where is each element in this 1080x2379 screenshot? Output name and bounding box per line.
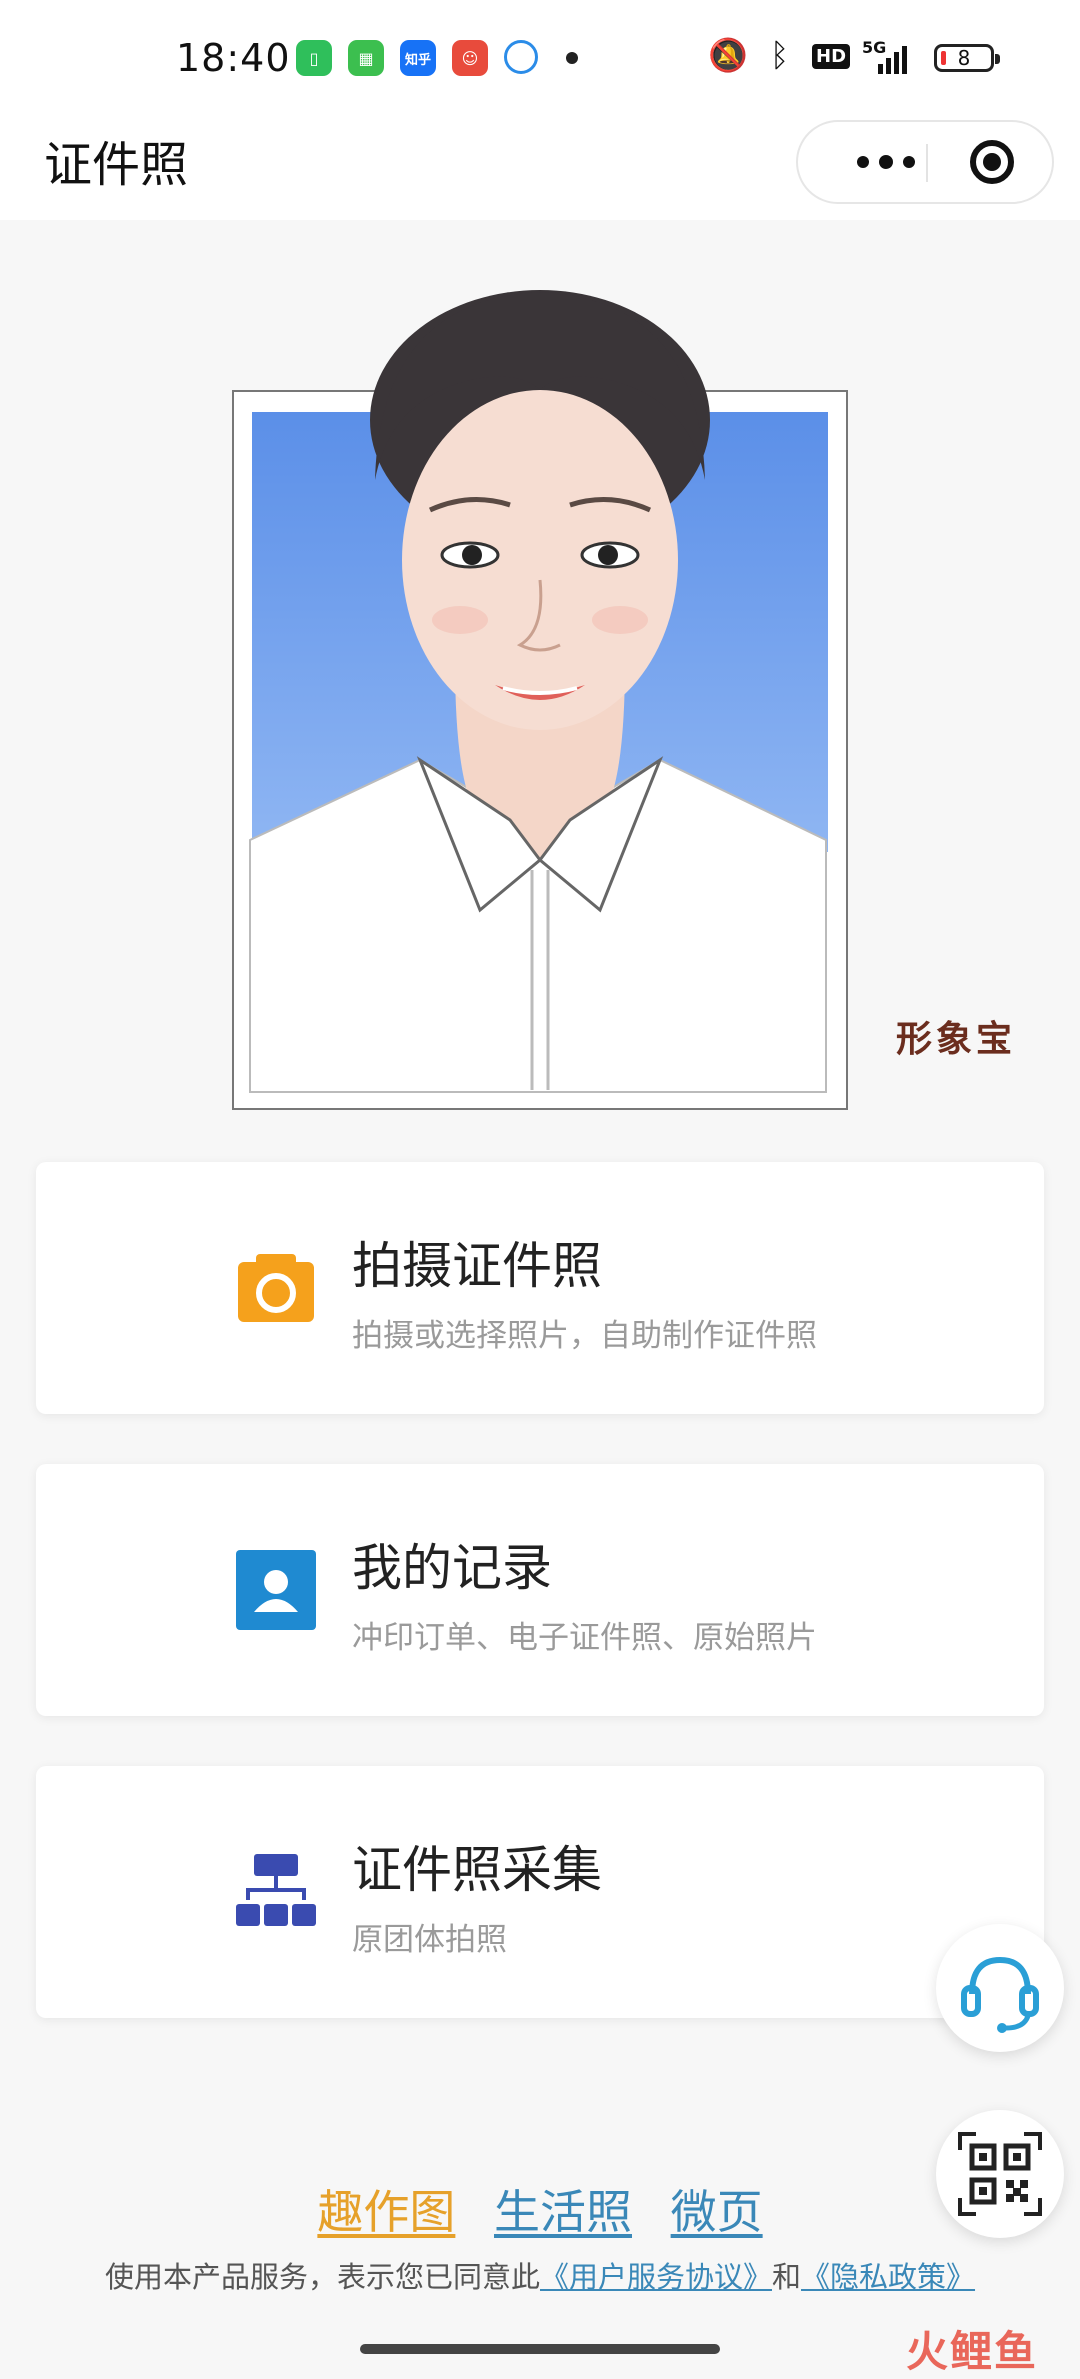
my-records-card[interactable]: 我的记录 冲印订单、电子证件照、原始照片: [36, 1464, 1044, 1716]
micro-page-link[interactable]: 微页: [671, 2185, 763, 2239]
life-photo-link[interactable]: 生活照: [494, 2185, 632, 2239]
watermark: 火鲤鱼: [906, 2327, 1039, 2376]
card-title: 我的记录: [352, 1539, 552, 1597]
headset-icon: [961, 1956, 1039, 2033]
card-title: 证件照采集: [352, 1841, 602, 1899]
agreement-text: 使用本产品服务，表示您已同意此《用户服务协议》和《隐私政策》: [0, 2254, 1080, 2296]
take-id-photo-card[interactable]: 拍摄证件照 拍摄或选择照片，自助制作证件照: [36, 1162, 1044, 1414]
user-icon: [236, 1550, 316, 1630]
footer-links: 趣作图 生活照 微页: [0, 2176, 1080, 2242]
customer-service-button[interactable]: [936, 1924, 1064, 2052]
org-chart-icon: [236, 1854, 316, 1926]
brand-label: 形象宝: [896, 1019, 1017, 1060]
camera-icon: [238, 1254, 314, 1322]
fun-drawing-link[interactable]: 趣作图: [317, 2185, 455, 2239]
terms-link[interactable]: 《用户服务协议》: [540, 2260, 772, 2294]
card-title: 拍摄证件照: [352, 1237, 602, 1295]
id-photo-collection-card[interactable]: 证件照采集 原团体拍照: [36, 1766, 1044, 2018]
privacy-link[interactable]: 《隐私政策》: [801, 2260, 975, 2294]
card-subtitle: 冲印订单、电子证件照、原始照片: [352, 1620, 817, 1656]
agreement-prefix: 使用本产品服务，表示您已同意此: [104, 2260, 540, 2294]
id-photo-illustration: [249, 290, 827, 1093]
card-subtitle: 原团体拍照: [352, 1922, 507, 1958]
agreement-and: 和: [772, 2260, 802, 2294]
home-indicator[interactable]: [360, 2344, 720, 2354]
card-subtitle: 拍摄或选择照片，自助制作证件照: [352, 1318, 817, 1354]
